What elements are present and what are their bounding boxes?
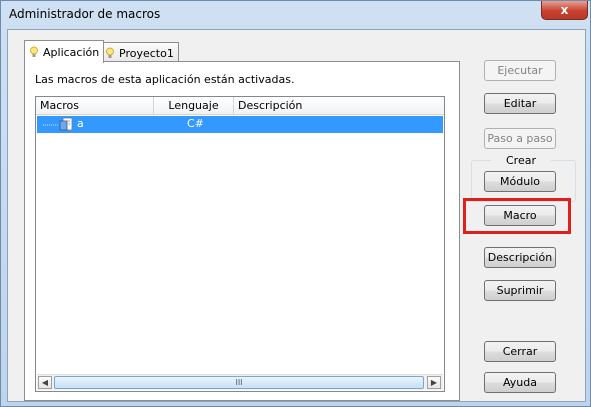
title-bar[interactable]: Administrador de macros x	[1, 1, 590, 29]
tab-label: Aplicación	[43, 45, 100, 59]
macro-name: a	[77, 117, 84, 130]
scroll-left-button[interactable]: ◀	[38, 376, 52, 389]
edit-button[interactable]: Editar	[484, 93, 556, 114]
status-message: Las macros de esta aplicación están acti…	[35, 73, 295, 86]
column-header-macros[interactable]: Macros	[36, 97, 154, 115]
macro-language: C#	[187, 117, 204, 130]
tab-label: Proyecto1	[119, 46, 174, 60]
module-button[interactable]: Módulo	[484, 171, 556, 192]
macros-list[interactable]: Macros Lenguaje Descripción a C# ◀ III ▶	[35, 96, 445, 392]
step-button[interactable]: Paso a paso	[484, 128, 556, 149]
help-button[interactable]: Ayuda	[484, 372, 556, 393]
tab-aplicacion[interactable]: Aplicación	[24, 40, 105, 63]
grip-icon: III	[235, 378, 243, 387]
macro-button[interactable]: Macro	[484, 205, 556, 226]
dialog-body: Aplicación Proyecto1 Las macros de esta …	[7, 29, 586, 402]
run-button[interactable]: Ejecutar	[484, 60, 556, 81]
tab-panel: Las macros de esta aplicación están acti…	[24, 61, 460, 401]
horizontal-scrollbar[interactable]: ◀ III ▶	[37, 374, 443, 390]
column-header-lenguaje[interactable]: Lenguaje	[154, 97, 234, 115]
macro-manager-window: Administrador de macros x Aplicación Pro…	[0, 0, 591, 407]
close-button[interactable]: Cerrar	[484, 341, 556, 362]
window-title: Administrador de macros	[9, 7, 161, 21]
description-button[interactable]: Descripción	[484, 247, 556, 268]
bulb-icon	[106, 47, 114, 58]
scroll-right-button[interactable]: ▶	[427, 376, 441, 389]
delete-button[interactable]: Suprimir	[484, 280, 556, 301]
column-header-descripcion[interactable]: Descripción	[234, 97, 444, 115]
module-icon	[59, 117, 73, 131]
bulb-icon	[30, 46, 38, 57]
scroll-thumb[interactable]: III	[54, 376, 424, 389]
tab-proyecto1[interactable]: Proyecto1	[100, 42, 179, 63]
create-group-label: Crear	[491, 154, 551, 167]
close-window-button[interactable]: x	[541, 1, 588, 20]
table-row[interactable]: a C#	[37, 116, 443, 133]
close-icon: x	[560, 3, 569, 17]
